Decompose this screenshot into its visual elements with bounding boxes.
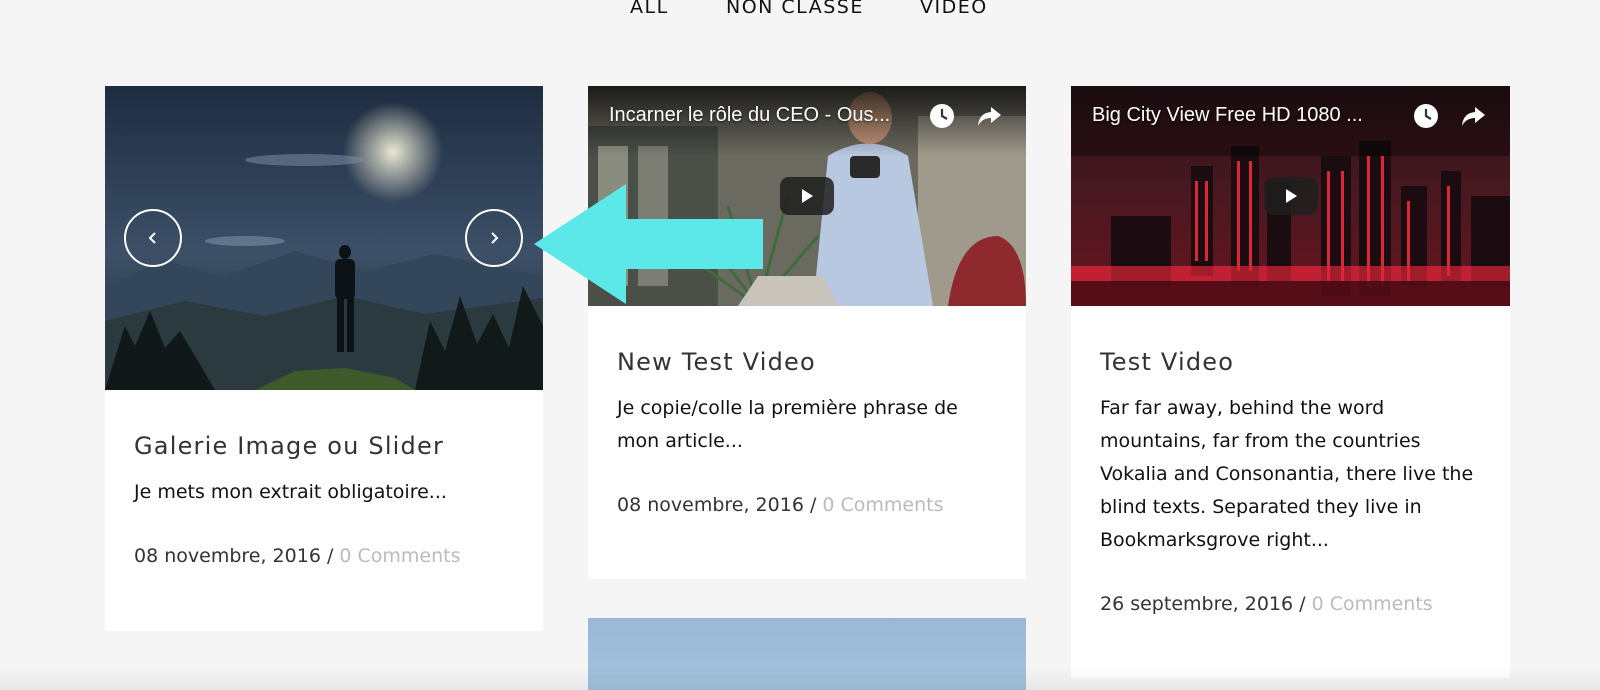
annotation-arrow-icon (534, 184, 763, 304)
play-icon (802, 189, 813, 203)
video-title[interactable]: Incarner le rôle du CEO - Ous... (609, 104, 890, 127)
slider-next-button[interactable] (465, 209, 523, 267)
meta-separator: / (803, 494, 823, 516)
share-arrow-icon[interactable] (1459, 102, 1487, 130)
page-bottom-shadow (0, 666, 1600, 690)
clock-icon[interactable] (1412, 102, 1440, 130)
filter-all[interactable]: ALL (630, 0, 669, 18)
post-date: 08 novembre, 2016 (134, 545, 321, 567)
post-card-test-video: Big City View Free HD 1080 ... Test Vide… (1071, 86, 1510, 678)
post-meta: 08 novembre, 2016 / 0 Comments (134, 545, 514, 567)
filter-video[interactable]: VIDEO (920, 0, 988, 18)
video-play-button[interactable] (1264, 177, 1318, 215)
post-date: 08 novembre, 2016 (617, 494, 804, 516)
video-title[interactable]: Big City View Free HD 1080 ... (1092, 104, 1363, 127)
clock-icon[interactable] (928, 102, 956, 130)
meta-separator: / (1293, 593, 1312, 615)
chevron-right-icon (491, 232, 499, 244)
post-meta: 26 septembre, 2016 / 0 Comments (1100, 593, 1481, 615)
post-card-gallery: Galerie Image ou Slider Je mets mon extr… (105, 86, 543, 631)
share-arrow-icon[interactable] (975, 102, 1003, 130)
play-icon (1286, 189, 1297, 203)
video-play-button[interactable] (780, 177, 834, 215)
post-title[interactable]: Galerie Image ou Slider (134, 432, 514, 460)
meta-separator: / (320, 545, 340, 567)
slider-prev-button[interactable] (124, 209, 182, 267)
post-date: 26 septembre, 2016 (1100, 593, 1294, 615)
video-embed[interactable]: Big City View Free HD 1080 ... (1071, 86, 1510, 306)
post-title[interactable]: New Test Video (617, 348, 997, 376)
category-filter-bar: ALL NON CLASSÉ VIDEO (0, 0, 1600, 26)
post-meta: 08 novembre, 2016 / 0 Comments (617, 494, 997, 516)
filter-non-classe[interactable]: NON CLASSÉ (726, 0, 864, 18)
chevron-left-icon (148, 232, 156, 244)
post-comments-link[interactable]: 0 Comments (822, 494, 943, 516)
post-comments-link[interactable]: 0 Comments (339, 545, 460, 567)
gallery-slider[interactable] (105, 86, 543, 390)
post-card-new-test-video: Incarner le rôle du CEO - Ous... New Tes… (588, 86, 1026, 579)
post-excerpt: Je mets mon extrait obligatoire... (134, 481, 447, 503)
post-comments-link[interactable]: 0 Comments (1312, 593, 1433, 615)
post-title[interactable]: Test Video (1100, 348, 1481, 376)
post-excerpt: Je copie/colle la première phrase de mon… (617, 397, 958, 452)
post-excerpt: Far far away, behind the word mountains,… (1100, 397, 1474, 551)
